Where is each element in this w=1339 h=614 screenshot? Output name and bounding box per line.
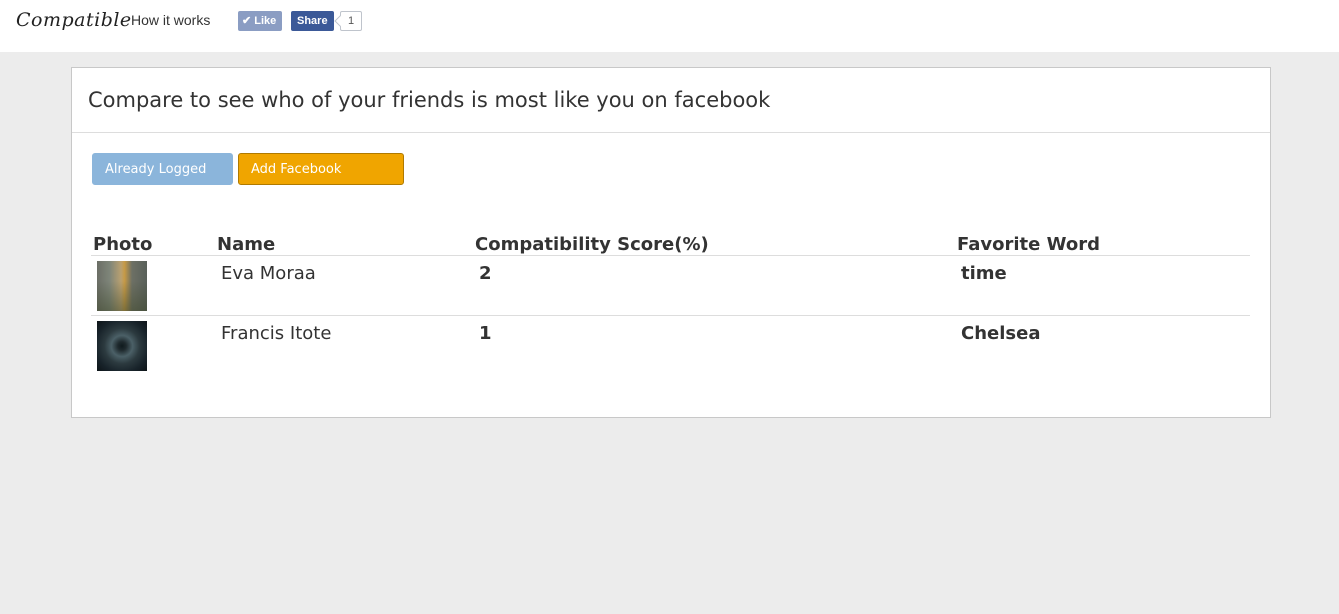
add-facebook-friends-button[interactable]: Add Facebook Friends bbox=[238, 153, 404, 209]
column-header-name: Name bbox=[215, 228, 473, 256]
friend-name: Francis Itote bbox=[221, 323, 332, 344]
panel-title: Compare to see who of your friends is mo… bbox=[72, 68, 1270, 133]
friend-photo bbox=[97, 261, 147, 311]
nav-how-it-works[interactable]: How it works bbox=[131, 12, 210, 28]
table-row: Francis Itote 1 Chelsea bbox=[91, 316, 1250, 376]
photo-cell bbox=[91, 316, 215, 376]
compare-panel: Compare to see who of your friends is mo… bbox=[71, 67, 1271, 418]
facebook-like-count: 1 bbox=[340, 11, 363, 31]
friend-photo bbox=[97, 321, 147, 371]
favorite-word: Chelsea bbox=[961, 323, 1041, 344]
column-header-score: Compatibility Score(%) bbox=[473, 228, 955, 256]
photo-cell bbox=[91, 255, 215, 316]
already-logged-in-button[interactable]: Already Logged In bbox=[92, 153, 233, 209]
friends-table: Photo Name Compatibility Score(%) Favori… bbox=[91, 228, 1250, 376]
facebook-like-button[interactable]: ✔ Like bbox=[238, 11, 283, 31]
compatibility-score: 1 bbox=[479, 323, 492, 344]
table-header-row: Photo Name Compatibility Score(%) Favori… bbox=[91, 228, 1250, 256]
check-icon: ✔ bbox=[242, 15, 252, 27]
top-navbar: Compatible How it works ✔ Like Share 1 bbox=[0, 0, 1339, 52]
friend-name: Eva Moraa bbox=[215, 255, 473, 316]
brand-logo[interactable]: Compatible bbox=[16, 9, 132, 31]
table-row: Eva Moraa 2 time bbox=[91, 255, 1250, 316]
compatibility-score: 2 bbox=[473, 255, 955, 316]
column-header-favorite-word: Favorite Word bbox=[955, 228, 1250, 256]
facebook-like-label: Like bbox=[254, 15, 277, 27]
favorite-word: time bbox=[955, 255, 1250, 316]
facebook-share-button[interactable]: Share bbox=[291, 11, 334, 31]
column-header-photo: Photo bbox=[91, 228, 215, 256]
